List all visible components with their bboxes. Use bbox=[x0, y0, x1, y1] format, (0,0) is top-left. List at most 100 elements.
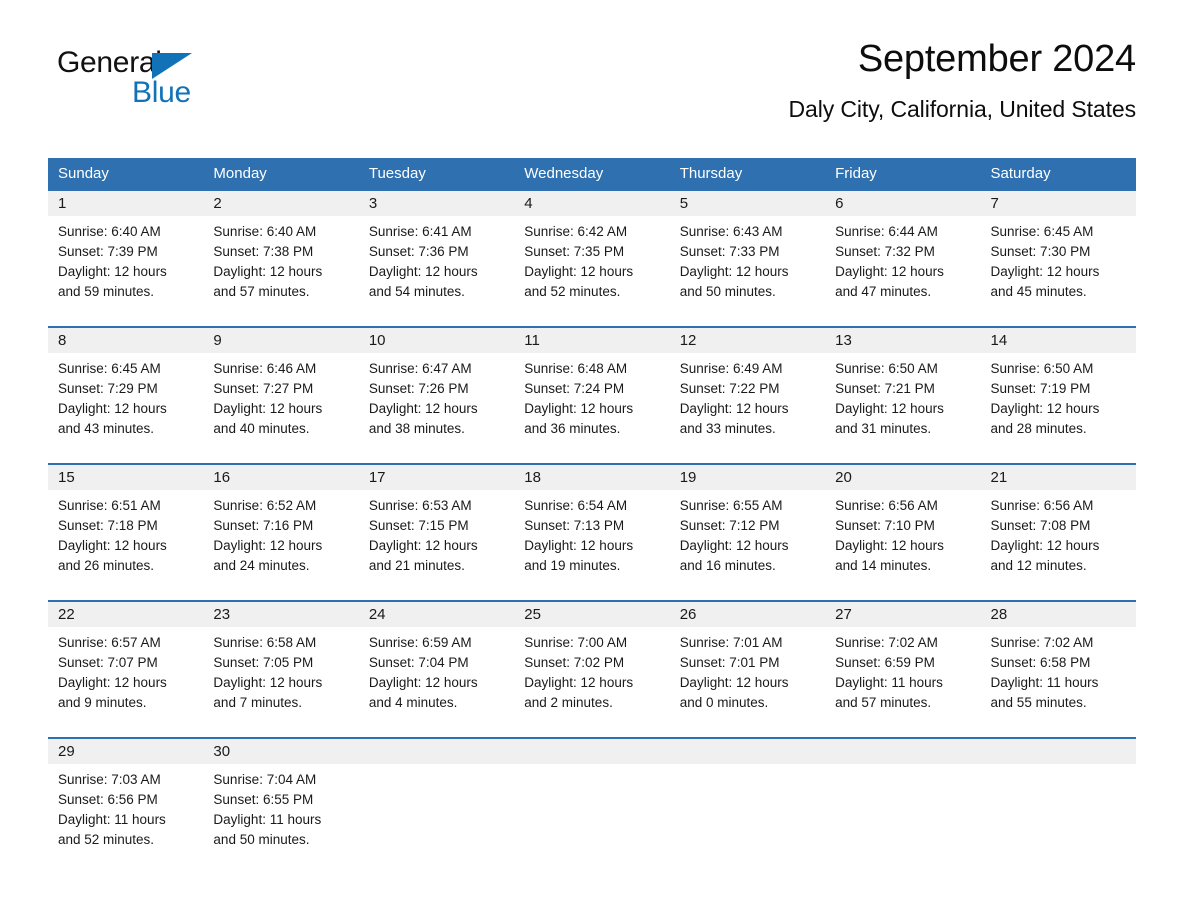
day-number[interactable]: 14 bbox=[981, 328, 1136, 353]
day-number[interactable]: 22 bbox=[48, 602, 203, 627]
day-number[interactable]: 8 bbox=[48, 328, 203, 353]
day-cell[interactable]: Sunrise: 6:59 AM Sunset: 7:04 PM Dayligh… bbox=[359, 627, 514, 737]
daylight-line-1: Daylight: 12 hours bbox=[835, 264, 944, 279]
day-cell[interactable]: Sunrise: 6:55 AM Sunset: 7:12 PM Dayligh… bbox=[670, 490, 825, 600]
day-cell[interactable]: Sunrise: 6:48 AM Sunset: 7:24 PM Dayligh… bbox=[514, 353, 669, 463]
sunset-line: Sunset: 6:59 PM bbox=[835, 655, 935, 670]
logo-text-blue: Blue bbox=[132, 76, 191, 109]
daylight-line-2: and 24 minutes. bbox=[213, 558, 310, 573]
day-cell[interactable]: Sunrise: 6:50 AM Sunset: 7:21 PM Dayligh… bbox=[825, 353, 980, 463]
day-cell[interactable]: Sunrise: 7:03 AM Sunset: 6:56 PM Dayligh… bbox=[48, 764, 203, 874]
day-cell[interactable]: Sunrise: 6:40 AM Sunset: 7:38 PM Dayligh… bbox=[203, 216, 358, 326]
day-number[interactable]: 13 bbox=[825, 328, 980, 353]
day-number[interactable]: 6 bbox=[825, 191, 980, 216]
day-cell[interactable]: Sunrise: 7:02 AM Sunset: 6:59 PM Dayligh… bbox=[825, 627, 980, 737]
day-number[interactable]: 7 bbox=[981, 191, 1136, 216]
sunrise-line: Sunrise: 6:49 AM bbox=[679, 361, 783, 376]
daylight-line-2: and 14 minutes. bbox=[835, 558, 932, 573]
day-number[interactable]: 1 bbox=[48, 191, 203, 216]
daylight-line-1: Daylight: 12 hours bbox=[524, 538, 634, 553]
day-cell[interactable]: Sunrise: 6:44 AM Sunset: 7:32 PM Dayligh… bbox=[825, 216, 980, 326]
daylight-line-1: Daylight: 12 hours bbox=[679, 264, 789, 279]
day-cell[interactable]: Sunrise: 6:49 AM Sunset: 7:22 PM Dayligh… bbox=[670, 353, 825, 463]
sunset-line: Sunset: 7:05 PM bbox=[213, 655, 314, 670]
day-number[interactable]: 20 bbox=[825, 465, 980, 490]
day-number[interactable]: 12 bbox=[670, 328, 825, 353]
day-number[interactable]: 11 bbox=[514, 328, 669, 353]
day-number[interactable]: 4 bbox=[514, 191, 669, 216]
sunset-line: Sunset: 7:24 PM bbox=[524, 381, 625, 396]
weekday-header-tuesday: Tuesday bbox=[368, 165, 426, 182]
day-number[interactable]: 24 bbox=[359, 602, 514, 627]
daylight-line-2: and 50 minutes. bbox=[213, 832, 310, 847]
day-number[interactable]: 29 bbox=[48, 739, 203, 764]
day-cell[interactable]: Sunrise: 6:53 AM Sunset: 7:15 PM Dayligh… bbox=[359, 490, 514, 600]
day-cell[interactable]: Sunrise: 6:57 AM Sunset: 7:07 PM Dayligh… bbox=[48, 627, 203, 737]
day-number-band: 29 30 bbox=[48, 739, 1136, 764]
daylight-line-1: Daylight: 12 hours bbox=[368, 538, 478, 553]
sunset-line: Sunset: 7:08 PM bbox=[990, 518, 1091, 533]
daylight-line-2: and 57 minutes. bbox=[213, 284, 310, 299]
day-cell[interactable]: Sunrise: 6:47 AM Sunset: 7:26 PM Dayligh… bbox=[359, 353, 514, 463]
sunset-line: Sunset: 7:36 PM bbox=[368, 244, 469, 259]
day-cell[interactable]: Sunrise: 6:45 AM Sunset: 7:30 PM Dayligh… bbox=[981, 216, 1136, 326]
day-cell[interactable]: Sunrise: 6:43 AM Sunset: 7:33 PM Dayligh… bbox=[670, 216, 825, 326]
day-number[interactable]: 27 bbox=[825, 602, 980, 627]
sunset-line: Sunset: 7:32 PM bbox=[835, 244, 935, 259]
day-number[interactable]: 19 bbox=[670, 465, 825, 490]
daylight-line-1: Daylight: 12 hours bbox=[58, 264, 167, 279]
day-number[interactable]: 3 bbox=[359, 191, 514, 216]
day-number[interactable]: 10 bbox=[359, 328, 514, 353]
day-cell[interactable]: Sunrise: 6:51 AM Sunset: 7:18 PM Dayligh… bbox=[48, 490, 203, 600]
day-cell[interactable]: Sunrise: 6:58 AM Sunset: 7:05 PM Dayligh… bbox=[203, 627, 358, 737]
day-number[interactable]: 30 bbox=[203, 739, 358, 764]
daylight-line-1: Daylight: 12 hours bbox=[524, 264, 634, 279]
day-cell[interactable]: Sunrise: 6:56 AM Sunset: 7:10 PM Dayligh… bbox=[825, 490, 980, 600]
sunrise-line: Sunrise: 6:42 AM bbox=[524, 224, 628, 239]
title-block: September 2024 Daly City, California, Un… bbox=[789, 39, 1137, 123]
day-cell[interactable]: Sunrise: 6:46 AM Sunset: 7:27 PM Dayligh… bbox=[203, 353, 358, 463]
day-number[interactable]: 25 bbox=[514, 602, 669, 627]
day-number[interactable]: 18 bbox=[514, 465, 669, 490]
sunset-line: Sunset: 7:12 PM bbox=[679, 518, 780, 533]
daylight-line-2: and 19 minutes. bbox=[524, 558, 621, 573]
day-number[interactable]: 17 bbox=[359, 465, 514, 490]
day-number[interactable]: 28 bbox=[981, 602, 1136, 627]
general-blue-logo[interactable]: General Blue bbox=[57, 48, 217, 110]
day-number[interactable]: 21 bbox=[981, 465, 1136, 490]
day-cell[interactable]: Sunrise: 6:41 AM Sunset: 7:36 PM Dayligh… bbox=[359, 216, 514, 326]
day-number[interactable]: 26 bbox=[670, 602, 825, 627]
sunset-line: Sunset: 7:35 PM bbox=[524, 244, 625, 259]
day-cell[interactable]: Sunrise: 7:00 AM Sunset: 7:02 PM Dayligh… bbox=[514, 627, 669, 737]
day-number[interactable]: 15 bbox=[48, 465, 203, 490]
day-cell[interactable]: Sunrise: 7:04 AM Sunset: 6:55 PM Dayligh… bbox=[203, 764, 358, 874]
weekday-header-thursday: Thursday bbox=[679, 165, 743, 182]
day-number[interactable]: 2 bbox=[203, 191, 358, 216]
day-number[interactable]: 5 bbox=[670, 191, 825, 216]
daylight-line-2: and 52 minutes. bbox=[524, 284, 621, 299]
sunrise-line: Sunrise: 6:58 AM bbox=[213, 635, 317, 650]
weekday-header-sunday: Sunday bbox=[58, 165, 109, 182]
sunrise-line: Sunrise: 6:48 AM bbox=[524, 361, 628, 376]
daylight-line-1: Daylight: 12 hours bbox=[524, 401, 634, 416]
daylight-line-2: and 21 minutes. bbox=[368, 558, 465, 573]
sunset-line: Sunset: 6:55 PM bbox=[213, 792, 314, 807]
day-cell[interactable]: Sunrise: 6:56 AM Sunset: 7:08 PM Dayligh… bbox=[981, 490, 1136, 600]
day-cell[interactable]: Sunrise: 7:02 AM Sunset: 6:58 PM Dayligh… bbox=[981, 627, 1136, 737]
day-number[interactable]: 16 bbox=[203, 465, 358, 490]
day-detail-band: Sunrise: 6:57 AM Sunset: 7:07 PM Dayligh… bbox=[48, 627, 1136, 737]
day-cell[interactable]: Sunrise: 6:42 AM Sunset: 7:35 PM Dayligh… bbox=[514, 216, 669, 326]
daylight-line-2: and 45 minutes. bbox=[990, 284, 1087, 299]
day-cell[interactable]: Sunrise: 6:40 AM Sunset: 7:39 PM Dayligh… bbox=[48, 216, 203, 326]
day-cell[interactable]: Sunrise: 6:54 AM Sunset: 7:13 PM Dayligh… bbox=[514, 490, 669, 600]
sunset-line: Sunset: 7:38 PM bbox=[213, 244, 314, 259]
day-cell[interactable]: Sunrise: 6:45 AM Sunset: 7:29 PM Dayligh… bbox=[48, 353, 203, 463]
sunset-line: Sunset: 7:15 PM bbox=[368, 518, 469, 533]
day-cell[interactable]: Sunrise: 7:01 AM Sunset: 7:01 PM Dayligh… bbox=[670, 627, 825, 737]
sunrise-line: Sunrise: 6:47 AM bbox=[368, 361, 472, 376]
day-number[interactable]: 23 bbox=[203, 602, 358, 627]
daylight-line-1: Daylight: 12 hours bbox=[679, 675, 789, 690]
day-cell[interactable]: Sunrise: 6:52 AM Sunset: 7:16 PM Dayligh… bbox=[203, 490, 358, 600]
day-cell[interactable]: Sunrise: 6:50 AM Sunset: 7:19 PM Dayligh… bbox=[981, 353, 1136, 463]
day-number[interactable]: 9 bbox=[203, 328, 358, 353]
